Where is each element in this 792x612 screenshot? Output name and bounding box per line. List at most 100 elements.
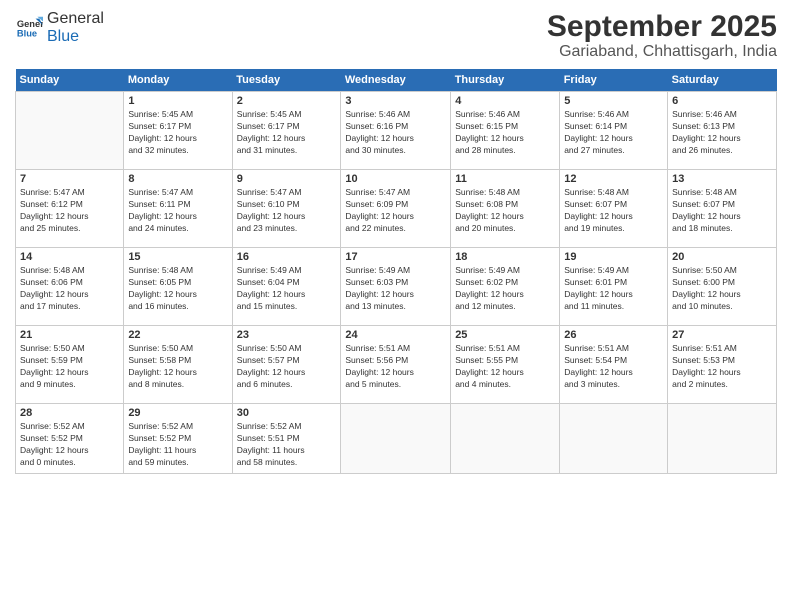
day-number: 28 bbox=[20, 407, 119, 419]
calendar-cell: 2Sunrise: 5:45 AM Sunset: 6:17 PM Daylig… bbox=[232, 92, 341, 170]
day-number: 10 bbox=[345, 173, 446, 185]
week-row-3: 14 Sunrise: 5:48 AM Sunset: 6:06 PM Dayli… bbox=[16, 248, 777, 326]
calendar-cell: 1 Sunrise: 5:45 AM Sunset: 6:17 PM Daylig… bbox=[124, 92, 232, 170]
svg-text:Blue: Blue bbox=[17, 28, 37, 38]
calendar-cell: 8Sunrise: 5:47 AM Sunset: 6:11 PM Daylig… bbox=[124, 170, 232, 248]
weekday-header-thursday: Thursday bbox=[451, 69, 560, 92]
calendar-cell: 29 Sunrise: 5:52 AM Sunset: 5:52 PM Dayli… bbox=[124, 404, 232, 474]
day-number: 11 bbox=[455, 173, 555, 185]
week-row-1: 1 Sunrise: 5:45 AM Sunset: 6:17 PM Daylig… bbox=[16, 92, 777, 170]
day-number: 18 bbox=[455, 251, 555, 263]
day-number: 26 bbox=[564, 329, 663, 341]
calendar-cell: 21 Sunrise: 5:50 AM Sunset: 5:59 PM Dayli… bbox=[16, 326, 124, 404]
month-title: September 2025 bbox=[547, 10, 777, 43]
day-info: Sunrise: 5:48 AM Sunset: 6:07 PM Dayligh… bbox=[672, 187, 772, 235]
calendar-table: SundayMondayTuesdayWednesdayThursdayFrid… bbox=[15, 69, 777, 474]
day-info: Sunrise: 5:48 AM Sunset: 6:06 PM Dayligh… bbox=[20, 265, 119, 313]
calendar-cell: 16 Sunrise: 5:49 AM Sunset: 6:04 PM Dayli… bbox=[232, 248, 341, 326]
day-info: Sunrise: 5:48 AM Sunset: 6:05 PM Dayligh… bbox=[128, 265, 227, 313]
day-number: 22 bbox=[128, 329, 227, 341]
day-number: 21 bbox=[20, 329, 119, 341]
day-number: 23 bbox=[237, 329, 337, 341]
day-info: Sunrise: 5:46 AM Sunset: 6:16 PM Dayligh… bbox=[345, 109, 446, 157]
day-info: Sunrise: 5:49 AM Sunset: 6:04 PM Dayligh… bbox=[237, 265, 337, 313]
calendar-cell: 15 Sunrise: 5:48 AM Sunset: 6:05 PM Dayli… bbox=[124, 248, 232, 326]
calendar-cell: 19Sunrise: 5:49 AM Sunset: 6:01 PM Dayli… bbox=[560, 248, 668, 326]
day-info: Sunrise: 5:49 AM Sunset: 6:02 PM Dayligh… bbox=[455, 265, 555, 313]
day-info: Sunrise: 5:47 AM Sunset: 6:10 PM Dayligh… bbox=[237, 187, 337, 235]
day-number: 29 bbox=[128, 407, 227, 419]
day-info: Sunrise: 5:52 AM Sunset: 5:52 PM Dayligh… bbox=[128, 421, 227, 469]
calendar-cell bbox=[668, 404, 777, 474]
day-number: 1 bbox=[128, 95, 227, 107]
logo-icon: General Blue bbox=[15, 14, 43, 42]
weekday-header-tuesday: Tuesday bbox=[232, 69, 341, 92]
day-info: Sunrise: 5:50 AM Sunset: 5:58 PM Dayligh… bbox=[128, 343, 227, 391]
day-info: Sunrise: 5:50 AM Sunset: 6:00 PM Dayligh… bbox=[672, 265, 772, 313]
weekday-header-saturday: Saturday bbox=[668, 69, 777, 92]
day-number: 6 bbox=[672, 95, 772, 107]
calendar-cell bbox=[16, 92, 124, 170]
day-number: 5 bbox=[564, 95, 663, 107]
title-section: September 2025 Gariaband, Chhattisgarh, … bbox=[547, 10, 777, 61]
day-info: Sunrise: 5:49 AM Sunset: 6:01 PM Dayligh… bbox=[564, 265, 663, 313]
weekday-header-sunday: Sunday bbox=[16, 69, 124, 92]
calendar-cell: 4Sunrise: 5:46 AM Sunset: 6:15 PM Daylig… bbox=[451, 92, 560, 170]
day-number: 24 bbox=[345, 329, 446, 341]
header: General Blue General Blue September 2025… bbox=[15, 10, 777, 61]
calendar-cell: 6 Sunrise: 5:46 AM Sunset: 6:13 PM Daylig… bbox=[668, 92, 777, 170]
day-number: 16 bbox=[237, 251, 337, 263]
day-number: 13 bbox=[672, 173, 772, 185]
day-info: Sunrise: 5:50 AM Sunset: 5:57 PM Dayligh… bbox=[237, 343, 337, 391]
calendar-cell: 7 Sunrise: 5:47 AM Sunset: 6:12 PM Daylig… bbox=[16, 170, 124, 248]
day-info: Sunrise: 5:45 AM Sunset: 6:17 PM Dayligh… bbox=[128, 109, 227, 157]
calendar-cell: 25 Sunrise: 5:51 AM Sunset: 5:55 PM Dayli… bbox=[451, 326, 560, 404]
day-info: Sunrise: 5:51 AM Sunset: 5:54 PM Dayligh… bbox=[564, 343, 663, 391]
day-number: 30 bbox=[237, 407, 337, 419]
week-row-5: 28 Sunrise: 5:52 AM Sunset: 5:52 PM Dayli… bbox=[16, 404, 777, 474]
calendar-cell: 30 Sunrise: 5:52 AM Sunset: 5:51 PM Dayli… bbox=[232, 404, 341, 474]
weekday-header-monday: Monday bbox=[124, 69, 232, 92]
calendar-cell: 27Sunrise: 5:51 AM Sunset: 5:53 PM Dayli… bbox=[668, 326, 777, 404]
calendar-cell: 5 Sunrise: 5:46 AM Sunset: 6:14 PM Daylig… bbox=[560, 92, 668, 170]
week-row-4: 21 Sunrise: 5:50 AM Sunset: 5:59 PM Dayli… bbox=[16, 326, 777, 404]
day-info: Sunrise: 5:51 AM Sunset: 5:55 PM Dayligh… bbox=[455, 343, 555, 391]
day-info: Sunrise: 5:52 AM Sunset: 5:52 PM Dayligh… bbox=[20, 421, 119, 469]
calendar-cell bbox=[451, 404, 560, 474]
day-info: Sunrise: 5:48 AM Sunset: 6:08 PM Dayligh… bbox=[455, 187, 555, 235]
weekday-header-wednesday: Wednesday bbox=[341, 69, 451, 92]
calendar-cell: 23 Sunrise: 5:50 AM Sunset: 5:57 PM Dayli… bbox=[232, 326, 341, 404]
calendar-cell: 26 Sunrise: 5:51 AM Sunset: 5:54 PM Dayli… bbox=[560, 326, 668, 404]
day-number: 25 bbox=[455, 329, 555, 341]
day-number: 17 bbox=[345, 251, 446, 263]
day-info: Sunrise: 5:46 AM Sunset: 6:15 PM Dayligh… bbox=[455, 109, 555, 157]
day-info: Sunrise: 5:52 AM Sunset: 5:51 PM Dayligh… bbox=[237, 421, 337, 469]
day-number: 9 bbox=[237, 173, 337, 185]
calendar-cell: 12Sunrise: 5:48 AM Sunset: 6:07 PM Dayli… bbox=[560, 170, 668, 248]
weekday-header-row: SundayMondayTuesdayWednesdayThursdayFrid… bbox=[16, 69, 777, 92]
day-info: Sunrise: 5:46 AM Sunset: 6:14 PM Dayligh… bbox=[564, 109, 663, 157]
day-info: Sunrise: 5:51 AM Sunset: 5:53 PM Dayligh… bbox=[672, 343, 772, 391]
calendar-cell: 10Sunrise: 5:47 AM Sunset: 6:09 PM Dayli… bbox=[341, 170, 451, 248]
day-number: 20 bbox=[672, 251, 772, 263]
logo: General Blue General Blue bbox=[15, 10, 104, 46]
calendar-cell: 13 Sunrise: 5:48 AM Sunset: 6:07 PM Dayli… bbox=[668, 170, 777, 248]
day-info: Sunrise: 5:46 AM Sunset: 6:13 PM Dayligh… bbox=[672, 109, 772, 157]
calendar-cell: 24 Sunrise: 5:51 AM Sunset: 5:56 PM Dayli… bbox=[341, 326, 451, 404]
calendar-cell: 22 Sunrise: 5:50 AM Sunset: 5:58 PM Dayli… bbox=[124, 326, 232, 404]
day-info: Sunrise: 5:50 AM Sunset: 5:59 PM Dayligh… bbox=[20, 343, 119, 391]
day-number: 7 bbox=[20, 173, 119, 185]
logo-text: General Blue bbox=[47, 10, 104, 46]
day-info: Sunrise: 5:51 AM Sunset: 5:56 PM Dayligh… bbox=[345, 343, 446, 391]
day-info: Sunrise: 5:47 AM Sunset: 6:12 PM Dayligh… bbox=[20, 187, 119, 235]
logo-general-text: General bbox=[47, 10, 104, 28]
calendar-cell bbox=[560, 404, 668, 474]
day-info: Sunrise: 5:49 AM Sunset: 6:03 PM Dayligh… bbox=[345, 265, 446, 313]
day-number: 2 bbox=[237, 95, 337, 107]
day-number: 12 bbox=[564, 173, 663, 185]
day-info: Sunrise: 5:47 AM Sunset: 6:11 PM Dayligh… bbox=[128, 187, 227, 235]
day-number: 15 bbox=[128, 251, 227, 263]
calendar-cell: 3Sunrise: 5:46 AM Sunset: 6:16 PM Daylig… bbox=[341, 92, 451, 170]
day-number: 14 bbox=[20, 251, 119, 263]
calendar-cell: 20 Sunrise: 5:50 AM Sunset: 6:00 PM Dayli… bbox=[668, 248, 777, 326]
